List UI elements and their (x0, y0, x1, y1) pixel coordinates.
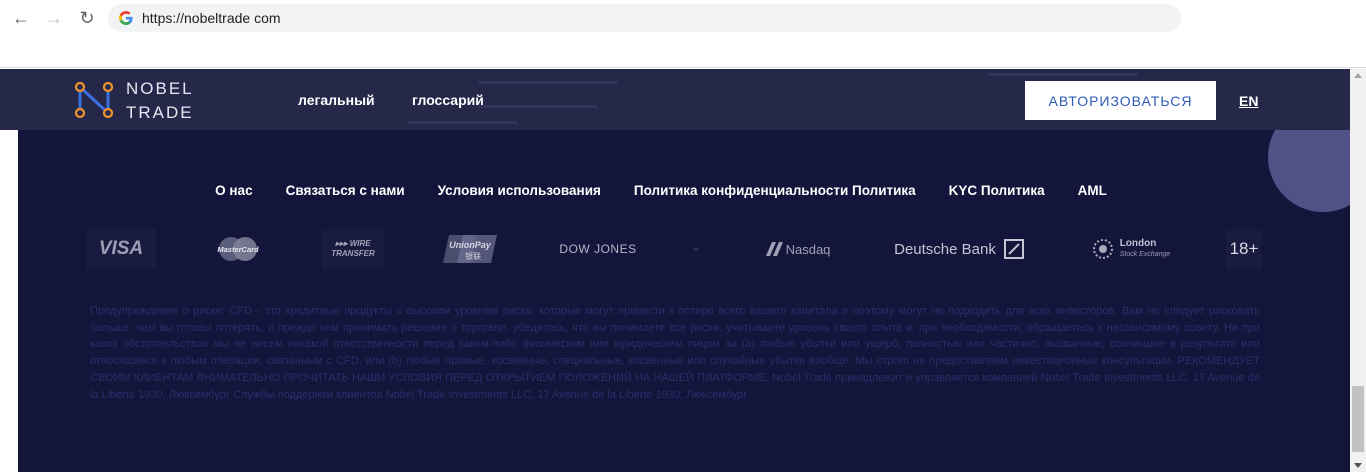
footer-link-terms[interactable]: Условия использования (438, 183, 601, 198)
deutsche-bank-text: Deutsche Bank (894, 240, 996, 258)
deutsche-bank-logo: Deutsche Bank (892, 229, 1026, 269)
arrow-left-icon[interactable]: ← (10, 7, 32, 29)
dow-jones-text: DOW JONES (559, 242, 637, 256)
unionpay-cn-text: 银联 (465, 251, 481, 261)
nasdaq-logo: Nasdaq (758, 229, 836, 269)
plus-text: + (692, 242, 700, 256)
footer-nav: О нас Связаться с нами Условия использов… (0, 183, 1350, 198)
partner-logos: VISA MasterCard ▸▸▸ WIRE TRANSFER UnionP… (0, 229, 1350, 269)
page-viewport: NOBEL TRADE легальный глоссарий АВТОРИЗО… (0, 69, 1350, 472)
visa-text: VISA (98, 238, 144, 259)
google-icon (118, 10, 134, 26)
age-text: 18+ (1229, 239, 1259, 258)
vertical-scrollbar[interactable] (1350, 69, 1366, 472)
address-bar[interactable]: https://nobeltrade com (108, 4, 1181, 32)
url-text: https://nobeltrade com (142, 10, 281, 26)
site-logo[interactable]: NOBEL TRADE (74, 77, 214, 123)
lse-crest-icon (1092, 239, 1113, 259)
wire-text-line1: ▸▸▸ WIRE (335, 239, 371, 248)
unionpay-text: UnionPay (449, 240, 492, 250)
wire-transfer-logo: ▸▸▸ WIRE TRANSFER (322, 229, 384, 269)
mastercard-text: MasterCard (217, 245, 259, 254)
footer-link-aml[interactable]: AML (1078, 183, 1107, 198)
nav-link-glossary[interactable]: глоссарий (412, 92, 484, 108)
site-header: NOBEL TRADE легальный глоссарий АВТОРИЗО… (0, 69, 1350, 212)
deutsche-bank-icon (1003, 239, 1024, 259)
unionpay-logo: UnionPay 银联 (443, 229, 497, 269)
nav-link-legal[interactable]: легальный (298, 92, 375, 108)
browser-toolbar: ← → ↻ https://nobeltrade com (0, 0, 1366, 68)
nasdaq-icon (765, 242, 783, 256)
scroll-down-icon[interactable] (1354, 463, 1362, 468)
mastercard-logo: MasterCard (210, 229, 266, 269)
wire-text-line2: TRANSFER (331, 249, 375, 258)
nasdaq-text: Nasdaq (785, 241, 831, 257)
lse-text-line2: Stock Exchange (1119, 251, 1171, 258)
logo-text-line1: NOBEL (126, 79, 194, 98)
footer-link-privacy[interactable]: Политика конфиденциальности Политика (634, 183, 916, 198)
language-switch[interactable]: EN (1239, 93, 1258, 109)
footer-link-kyc[interactable]: KYC Политика (949, 183, 1045, 198)
plus-separator: + (690, 229, 702, 269)
scroll-up-icon[interactable] (1354, 73, 1362, 78)
risk-disclaimer: Предупреждение о риске: CFD - это кредит… (90, 305, 1260, 401)
mastercard-icon: MasterCard (217, 237, 259, 261)
reload-icon[interactable]: ↻ (76, 7, 98, 29)
visa-logo: VISA (86, 229, 156, 269)
nobel-trade-logo-icon (74, 81, 114, 119)
login-button[interactable]: АВТОРИЗОВАТЬСЯ (1025, 81, 1216, 120)
dow-jones-logo: DOW JONES (558, 229, 638, 269)
arrow-right-icon[interactable]: → (43, 7, 65, 29)
footer-link-contact[interactable]: Связаться с нами (286, 183, 405, 198)
logo-text-line2: TRADE (126, 103, 194, 122)
age-restriction-badge: 18+ (1226, 229, 1262, 269)
left-white-strip (0, 130, 18, 424)
footer-link-about[interactable]: О нас (215, 183, 252, 198)
scrollbar-thumb[interactable] (1352, 386, 1364, 452)
london-stock-exchange-logo: London Stock Exchange (1084, 229, 1176, 269)
lse-text-line1: London (1119, 238, 1157, 249)
unionpay-icon: UnionPay 银联 (443, 235, 497, 263)
